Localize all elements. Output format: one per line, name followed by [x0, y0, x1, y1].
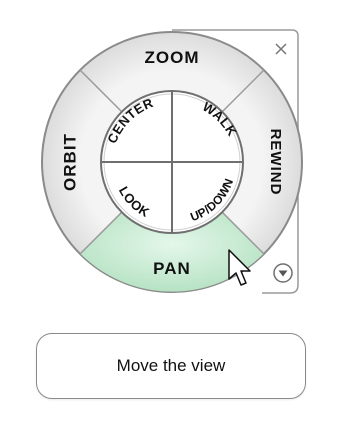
- steering-wheel: ZOOM PAN ORBIT REWIND CENTER WALK LOOK U…: [0, 0, 354, 310]
- menu-arrow-icon[interactable]: [273, 263, 293, 283]
- zoom-label: ZOOM: [145, 48, 200, 67]
- tooltip: Move the view: [36, 333, 306, 399]
- tooltip-text: Move the view: [116, 356, 226, 375]
- close-icon[interactable]: [272, 40, 290, 58]
- pan-label: PAN: [153, 259, 191, 278]
- orbit-label: ORBIT: [60, 133, 79, 191]
- steering-wheel-graphic: ZOOM PAN ORBIT REWIND CENTER WALK LOOK U…: [41, 29, 303, 294]
- rewind-label: REWIND: [267, 129, 284, 196]
